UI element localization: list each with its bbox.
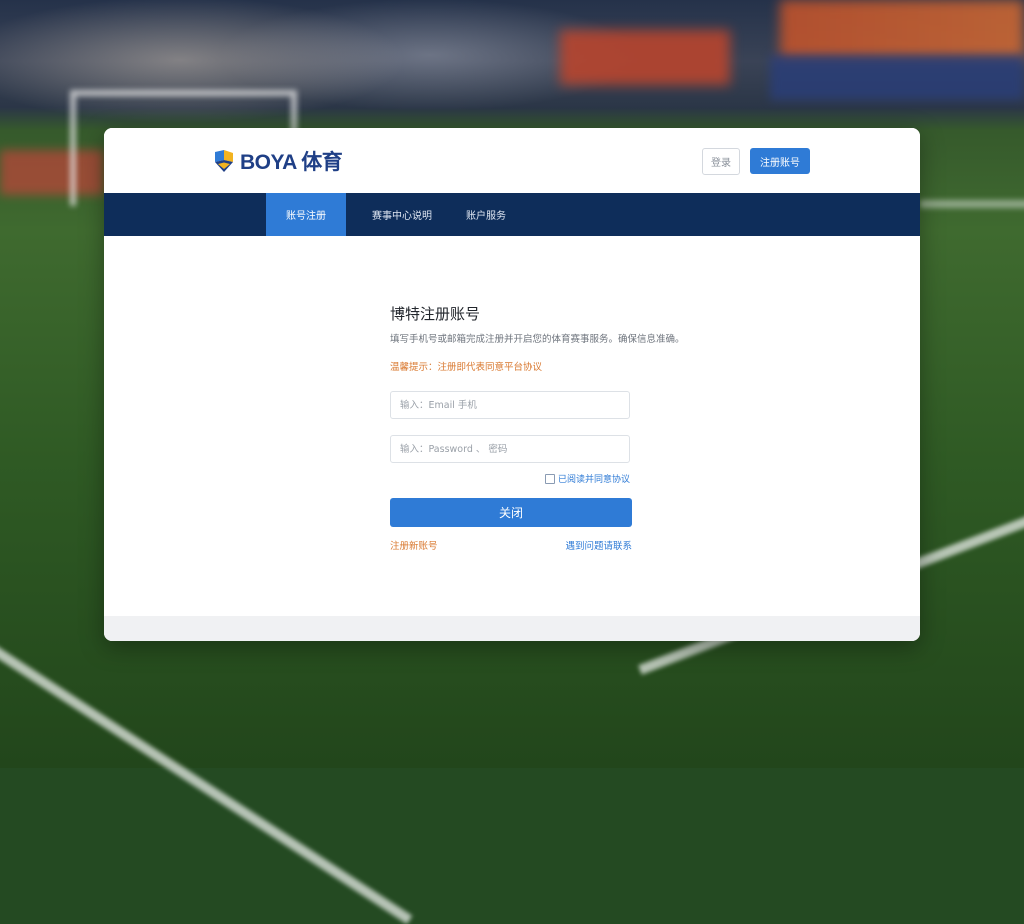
agreement-checkbox-label[interactable]: 已阅读并同意协议: [558, 472, 630, 485]
account-input[interactable]: [390, 391, 630, 419]
register-button[interactable]: 注册账号: [750, 148, 810, 174]
nav-item-events[interactable]: 赛事中心说明: [366, 193, 438, 236]
form-title: 博特注册账号: [390, 305, 481, 323]
login-button[interactable]: 登录: [702, 148, 740, 175]
content-area: [104, 236, 920, 616]
background-pitch-line: [920, 200, 1024, 208]
register-link[interactable]: 注册新账号: [390, 538, 438, 552]
nav-item-register[interactable]: 账号注册: [266, 193, 346, 236]
top-header: BOYA 体育 登录 注册账号: [104, 128, 920, 193]
password-input[interactable]: [390, 435, 630, 463]
brand-logo-icon: [215, 150, 233, 172]
background-stand-seats: [780, 0, 1024, 60]
form-notice: 温馨提示：注册即代表同意平台协议: [390, 362, 543, 373]
main-navigation: 账号注册 赛事中心说明 账户服务: [104, 193, 920, 236]
background-advertising-board: [770, 55, 1024, 100]
background-stand-banner: [560, 30, 730, 85]
nav-item-account-services[interactable]: 账户服务: [454, 193, 518, 236]
footer-strip: [104, 616, 920, 641]
brand-name: BOYA 体育: [240, 151, 343, 174]
agreement-checkbox-row[interactable]: 已阅读并同意协议: [544, 472, 630, 485]
registration-window: BOYA 体育 登录 注册账号 账号注册 赛事中心说明 账户服务 博特注册账号 …: [104, 128, 920, 641]
brand-logo[interactable]: BOYA 体育: [212, 146, 343, 176]
help-link[interactable]: 遇到问题请联系: [565, 538, 632, 552]
submit-button[interactable]: 关闭: [390, 498, 632, 527]
background-pitch-line: [0, 610, 413, 924]
agreement-checkbox[interactable]: [544, 473, 555, 484]
form-description: 填写手机号或邮箱完成注册并开启您的体育赛事服务。确保信息准确。: [390, 334, 685, 345]
